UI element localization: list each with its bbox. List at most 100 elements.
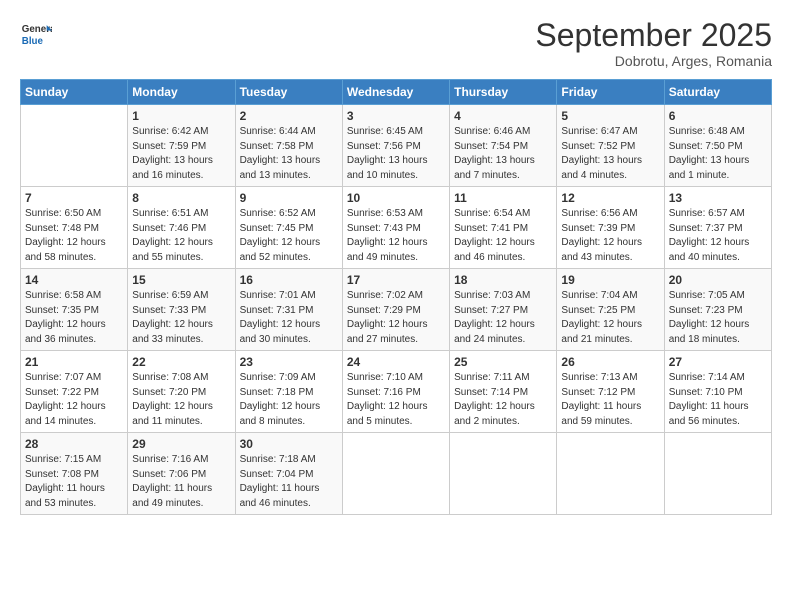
day-info: Sunrise: 7:02 AMSunset: 7:29 PMDaylight:… [347,289,445,347]
day-number: 9 [240,191,338,205]
day-number: 3 [347,109,445,123]
calendar-cell: 18 Sunrise: 7:03 AMSunset: 7:27 PMDayligh… [450,269,557,351]
calendar-cell: 7Sunrise: 6:50 AMSunset: 7:48 PMDaylight… [21,187,128,269]
header-wednesday: Wednesday [342,80,449,105]
day-info: Sunrise: 7:04 AMSunset: 7:25 PMDaylight:… [561,289,659,347]
month-title: September 2025 [535,18,772,53]
day-number: 17 [347,273,445,287]
calendar-cell: 19 Sunrise: 7:04 AMSunset: 7:25 PMDayligh… [557,269,664,351]
calendar-cell: 20 Sunrise: 7:05 AMSunset: 7:23 PMDayligh… [664,269,771,351]
day-info: Sunrise: 6:57 AMSunset: 7:37 PMDaylight:… [669,207,767,265]
day-number: 28 [25,437,123,451]
calendar-cell: 30 Sunrise: 7:18 AMSunset: 7:04 PMDayligh… [235,433,342,515]
calendar-cell [557,433,664,515]
location-subtitle: Dobrotu, Arges, Romania [535,53,772,69]
calendar-cell: 25 Sunrise: 7:11 AMSunset: 7:14 PMDayligh… [450,351,557,433]
day-number: 26 [561,355,659,369]
header-monday: Monday [128,80,235,105]
day-number: 22 [132,355,230,369]
day-number: 14 [25,273,123,287]
calendar-cell: 22 Sunrise: 7:08 AMSunset: 7:20 PMDayligh… [128,351,235,433]
calendar-cell [21,105,128,187]
day-info: Sunrise: 6:58 AMSunset: 7:35 PMDaylight:… [25,289,123,347]
day-info: Sunrise: 6:51 AMSunset: 7:46 PMDaylight:… [132,207,230,265]
calendar-cell [450,433,557,515]
day-info: Sunrise: 7:10 AMSunset: 7:16 PMDaylight:… [347,371,445,429]
day-info: Sunrise: 6:50 AMSunset: 7:48 PMDaylight:… [25,207,123,265]
calendar-cell: 29Sunrise: 7:16 AMSunset: 7:06 PMDayligh… [128,433,235,515]
calendar-cell: 15 Sunrise: 6:59 AMSunset: 7:33 PMDayligh… [128,269,235,351]
day-info: Sunrise: 6:56 AMSunset: 7:39 PMDaylight:… [561,207,659,265]
day-info: Sunrise: 6:53 AMSunset: 7:43 PMDaylight:… [347,207,445,265]
logo: General Blue [20,18,52,50]
day-info: Sunrise: 7:18 AMSunset: 7:04 PMDaylight:… [240,453,338,511]
calendar-cell: 6 Sunrise: 6:48 AMSunset: 7:50 PMDaylight… [664,105,771,187]
calendar-cell: 9 Sunrise: 6:52 AMSunset: 7:45 PMDaylight… [235,187,342,269]
calendar-week-3: 14 Sunrise: 6:58 AMSunset: 7:35 PMDayligh… [21,269,772,351]
day-info: Sunrise: 7:11 AMSunset: 7:14 PMDaylight:… [454,371,552,429]
calendar-cell: 4Sunrise: 6:46 AMSunset: 7:54 PMDaylight… [450,105,557,187]
day-number: 12 [561,191,659,205]
calendar-week-5: 28Sunrise: 7:15 AMSunset: 7:08 PMDayligh… [21,433,772,515]
day-info: Sunrise: 7:07 AMSunset: 7:22 PMDaylight:… [25,371,123,429]
calendar-header-row: Sunday Monday Tuesday Wednesday Thursday… [21,80,772,105]
day-number: 24 [347,355,445,369]
calendar-cell: 1 Sunrise: 6:42 AMSunset: 7:59 PMDaylight… [128,105,235,187]
calendar-week-2: 7Sunrise: 6:50 AMSunset: 7:48 PMDaylight… [21,187,772,269]
calendar-cell: 28Sunrise: 7:15 AMSunset: 7:08 PMDayligh… [21,433,128,515]
day-number: 13 [669,191,767,205]
calendar-cell: 23 Sunrise: 7:09 AMSunset: 7:18 PMDayligh… [235,351,342,433]
day-number: 11 [454,191,552,205]
calendar-cell: 11 Sunrise: 6:54 AMSunset: 7:41 PMDayligh… [450,187,557,269]
day-number: 21 [25,355,123,369]
header-tuesday: Tuesday [235,80,342,105]
day-info: Sunrise: 7:13 AMSunset: 7:12 PMDaylight:… [561,371,659,429]
day-info: Sunrise: 6:52 AMSunset: 7:45 PMDaylight:… [240,207,338,265]
day-info: Sunrise: 6:48 AMSunset: 7:50 PMDaylight:… [669,125,767,183]
day-number: 16 [240,273,338,287]
day-number: 6 [669,109,767,123]
day-info: Sunrise: 6:42 AMSunset: 7:59 PMDaylight:… [132,125,230,183]
calendar-cell: 14 Sunrise: 6:58 AMSunset: 7:35 PMDayligh… [21,269,128,351]
day-info: Sunrise: 6:46 AMSunset: 7:54 PMDaylight:… [454,125,552,183]
calendar-cell: 17 Sunrise: 7:02 AMSunset: 7:29 PMDayligh… [342,269,449,351]
day-info: Sunrise: 7:01 AMSunset: 7:31 PMDaylight:… [240,289,338,347]
day-info: Sunrise: 6:59 AMSunset: 7:33 PMDaylight:… [132,289,230,347]
day-number: 18 [454,273,552,287]
day-info: Sunrise: 7:08 AMSunset: 7:20 PMDaylight:… [132,371,230,429]
svg-text:Blue: Blue [22,36,44,47]
day-info: Sunrise: 6:47 AMSunset: 7:52 PMDaylight:… [561,125,659,183]
calendar-cell: 5 Sunrise: 6:47 AMSunset: 7:52 PMDaylight… [557,105,664,187]
calendar-cell: 26 Sunrise: 7:13 AMSunset: 7:12 PMDayligh… [557,351,664,433]
day-number: 15 [132,273,230,287]
day-number: 5 [561,109,659,123]
header-friday: Friday [557,80,664,105]
day-number: 10 [347,191,445,205]
day-number: 30 [240,437,338,451]
day-info: Sunrise: 6:45 AMSunset: 7:56 PMDaylight:… [347,125,445,183]
day-number: 23 [240,355,338,369]
calendar-cell: 3 Sunrise: 6:45 AMSunset: 7:56 PMDaylight… [342,105,449,187]
day-info: Sunrise: 7:03 AMSunset: 7:27 PMDaylight:… [454,289,552,347]
header-thursday: Thursday [450,80,557,105]
calendar-cell: 21 Sunrise: 7:07 AMSunset: 7:22 PMDayligh… [21,351,128,433]
day-info: Sunrise: 7:16 AMSunset: 7:06 PMDaylight:… [132,453,230,511]
calendar-cell: 16 Sunrise: 7:01 AMSunset: 7:31 PMDayligh… [235,269,342,351]
day-info: Sunrise: 7:05 AMSunset: 7:23 PMDaylight:… [669,289,767,347]
calendar-cell: 12 Sunrise: 6:56 AMSunset: 7:39 PMDayligh… [557,187,664,269]
calendar-cell: 10 Sunrise: 6:53 AMSunset: 7:43 PMDayligh… [342,187,449,269]
calendar-table: Sunday Monday Tuesday Wednesday Thursday… [20,79,772,515]
day-info: Sunrise: 7:09 AMSunset: 7:18 PMDaylight:… [240,371,338,429]
calendar-cell: 2Sunrise: 6:44 AMSunset: 7:58 PMDaylight… [235,105,342,187]
header-saturday: Saturday [664,80,771,105]
day-info: Sunrise: 7:14 AMSunset: 7:10 PMDaylight:… [669,371,767,429]
day-number: 25 [454,355,552,369]
day-number: 20 [669,273,767,287]
calendar-cell: 27Sunrise: 7:14 AMSunset: 7:10 PMDayligh… [664,351,771,433]
calendar-cell [342,433,449,515]
day-number: 1 [132,109,230,123]
day-info: Sunrise: 6:44 AMSunset: 7:58 PMDaylight:… [240,125,338,183]
day-number: 19 [561,273,659,287]
day-info: Sunrise: 6:54 AMSunset: 7:41 PMDaylight:… [454,207,552,265]
calendar-cell: 24 Sunrise: 7:10 AMSunset: 7:16 PMDayligh… [342,351,449,433]
